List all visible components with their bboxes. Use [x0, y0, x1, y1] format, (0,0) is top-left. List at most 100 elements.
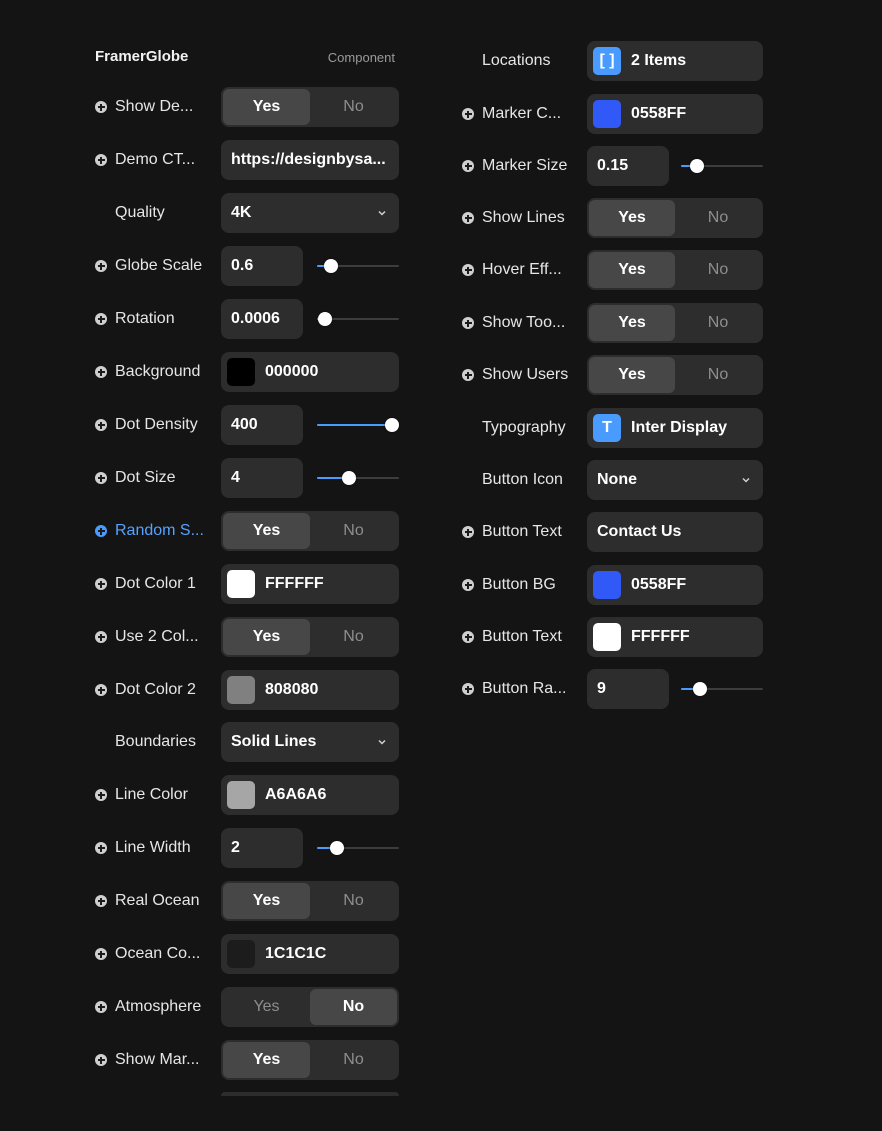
- line-width-input[interactable]: 2: [221, 828, 303, 868]
- button-radius-slider[interactable]: [681, 682, 763, 696]
- option-no[interactable]: No: [310, 89, 397, 125]
- add-icon[interactable]: [95, 101, 107, 113]
- add-icon[interactable]: [95, 948, 107, 960]
- boundaries-select[interactable]: Solid Lines: [221, 722, 399, 762]
- add-icon[interactable]: [95, 366, 107, 378]
- globe-scale-input[interactable]: 0.6: [221, 246, 303, 286]
- add-icon[interactable]: [95, 578, 107, 590]
- slider-knob[interactable]: [318, 312, 333, 326]
- option-no[interactable]: No: [675, 357, 761, 393]
- add-icon[interactable]: [95, 789, 107, 801]
- add-icon[interactable]: [95, 842, 107, 854]
- color-swatch[interactable]: [227, 940, 255, 968]
- add-icon[interactable]: [95, 313, 107, 325]
- slider-knob[interactable]: [341, 471, 356, 485]
- slider-knob[interactable]: [690, 159, 705, 173]
- option-yes[interactable]: Yes: [223, 89, 310, 125]
- add-icon[interactable]: [95, 631, 107, 643]
- dot-size-slider[interactable]: [317, 471, 399, 485]
- option-yes[interactable]: Yes: [223, 619, 310, 655]
- typography-field[interactable]: T Inter Display: [587, 408, 763, 448]
- option-no[interactable]: No: [310, 513, 397, 549]
- add-icon[interactable]: [95, 419, 107, 431]
- marker-color-field[interactable]: 0558FF: [587, 94, 763, 134]
- button-bg-color-field[interactable]: 0558FF: [587, 565, 763, 605]
- rotation-slider[interactable]: [317, 312, 399, 326]
- slider-knob[interactable]: [385, 418, 400, 432]
- option-no[interactable]: No: [310, 1042, 397, 1078]
- color-swatch[interactable]: [227, 358, 255, 386]
- add-icon[interactable]: [462, 631, 474, 643]
- option-yes[interactable]: Yes: [223, 1042, 310, 1078]
- atmosphere-toggle[interactable]: Yes No: [221, 987, 399, 1027]
- add-icon[interactable]: [462, 526, 474, 538]
- dot-density-input[interactable]: 400: [221, 405, 303, 445]
- quality-select[interactable]: 4K: [221, 193, 399, 233]
- slider-knob[interactable]: [323, 259, 338, 273]
- line-width-slider[interactable]: [317, 841, 399, 855]
- show-markers-toggle[interactable]: Yes No: [221, 1040, 399, 1080]
- add-icon[interactable]: [95, 472, 107, 484]
- color-swatch[interactable]: [593, 571, 621, 599]
- dot-size-input[interactable]: 4: [221, 458, 303, 498]
- button-text-color-field[interactable]: FFFFFF: [587, 617, 763, 657]
- add-icon[interactable]: [95, 1001, 107, 1013]
- color-swatch[interactable]: [227, 570, 255, 598]
- line-color-field[interactable]: A6A6A6: [221, 775, 399, 815]
- demo-cta-input[interactable]: https://designbysa...: [221, 140, 399, 180]
- locations-field[interactable]: [ ] 2 Items: [587, 41, 763, 81]
- globe-scale-slider[interactable]: [317, 259, 399, 273]
- add-icon[interactable]: [462, 317, 474, 329]
- marker-size-input[interactable]: 0.15: [587, 146, 669, 186]
- add-icon[interactable]: [95, 260, 107, 272]
- show-lines-toggle[interactable]: Yes No: [587, 198, 763, 238]
- button-icon-select[interactable]: None: [587, 460, 763, 500]
- random-size-toggle[interactable]: Yes No: [221, 511, 399, 551]
- option-yes[interactable]: Yes: [223, 883, 310, 919]
- option-no[interactable]: No: [675, 200, 761, 236]
- dot-color-1-field[interactable]: FFFFFF: [221, 564, 399, 604]
- add-icon[interactable]: [462, 683, 474, 695]
- option-no[interactable]: No: [675, 252, 761, 288]
- option-yes[interactable]: Yes: [223, 513, 310, 549]
- slider-knob[interactable]: [329, 841, 344, 855]
- add-icon[interactable]: [462, 579, 474, 591]
- option-yes[interactable]: Yes: [589, 200, 675, 236]
- marker-size-slider[interactable]: [681, 159, 763, 173]
- dot-color-2-field[interactable]: 808080: [221, 670, 399, 710]
- add-icon[interactable]: [95, 684, 107, 696]
- add-icon[interactable]: [95, 525, 107, 537]
- option-no[interactable]: No: [310, 619, 397, 655]
- slider-knob[interactable]: [692, 682, 707, 696]
- hover-effect-toggle[interactable]: Yes No: [587, 250, 763, 290]
- use-2-colors-toggle[interactable]: Yes No: [221, 617, 399, 657]
- add-icon[interactable]: [462, 264, 474, 276]
- button-radius-input[interactable]: 9: [587, 669, 669, 709]
- option-yes[interactable]: Yes: [223, 989, 310, 1025]
- option-yes[interactable]: Yes: [589, 305, 675, 341]
- show-users-toggle[interactable]: Yes No: [587, 355, 763, 395]
- option-no[interactable]: No: [675, 305, 761, 341]
- color-swatch[interactable]: [227, 781, 255, 809]
- background-color-field[interactable]: 000000: [221, 352, 399, 392]
- add-icon[interactable]: [95, 154, 107, 166]
- add-icon[interactable]: [462, 160, 474, 172]
- add-icon[interactable]: [95, 1054, 107, 1066]
- rotation-input[interactable]: 0.0006: [221, 299, 303, 339]
- add-icon[interactable]: [462, 212, 474, 224]
- option-no[interactable]: No: [310, 883, 397, 919]
- ocean-color-field[interactable]: 1C1C1C: [221, 934, 399, 974]
- add-icon[interactable]: [462, 108, 474, 120]
- show-tooltip-toggle[interactable]: Yes No: [587, 303, 763, 343]
- dot-density-slider[interactable]: [317, 418, 400, 432]
- show-demo-toggle[interactable]: Yes No: [221, 87, 399, 127]
- button-text-input[interactable]: Contact Us: [587, 512, 763, 552]
- color-swatch[interactable]: [593, 100, 621, 128]
- color-swatch[interactable]: [227, 676, 255, 704]
- real-ocean-toggle[interactable]: Yes No: [221, 881, 399, 921]
- add-icon[interactable]: [462, 369, 474, 381]
- color-swatch[interactable]: [593, 623, 621, 651]
- option-yes[interactable]: Yes: [589, 357, 675, 393]
- option-yes[interactable]: Yes: [589, 252, 675, 288]
- option-no[interactable]: No: [310, 989, 397, 1025]
